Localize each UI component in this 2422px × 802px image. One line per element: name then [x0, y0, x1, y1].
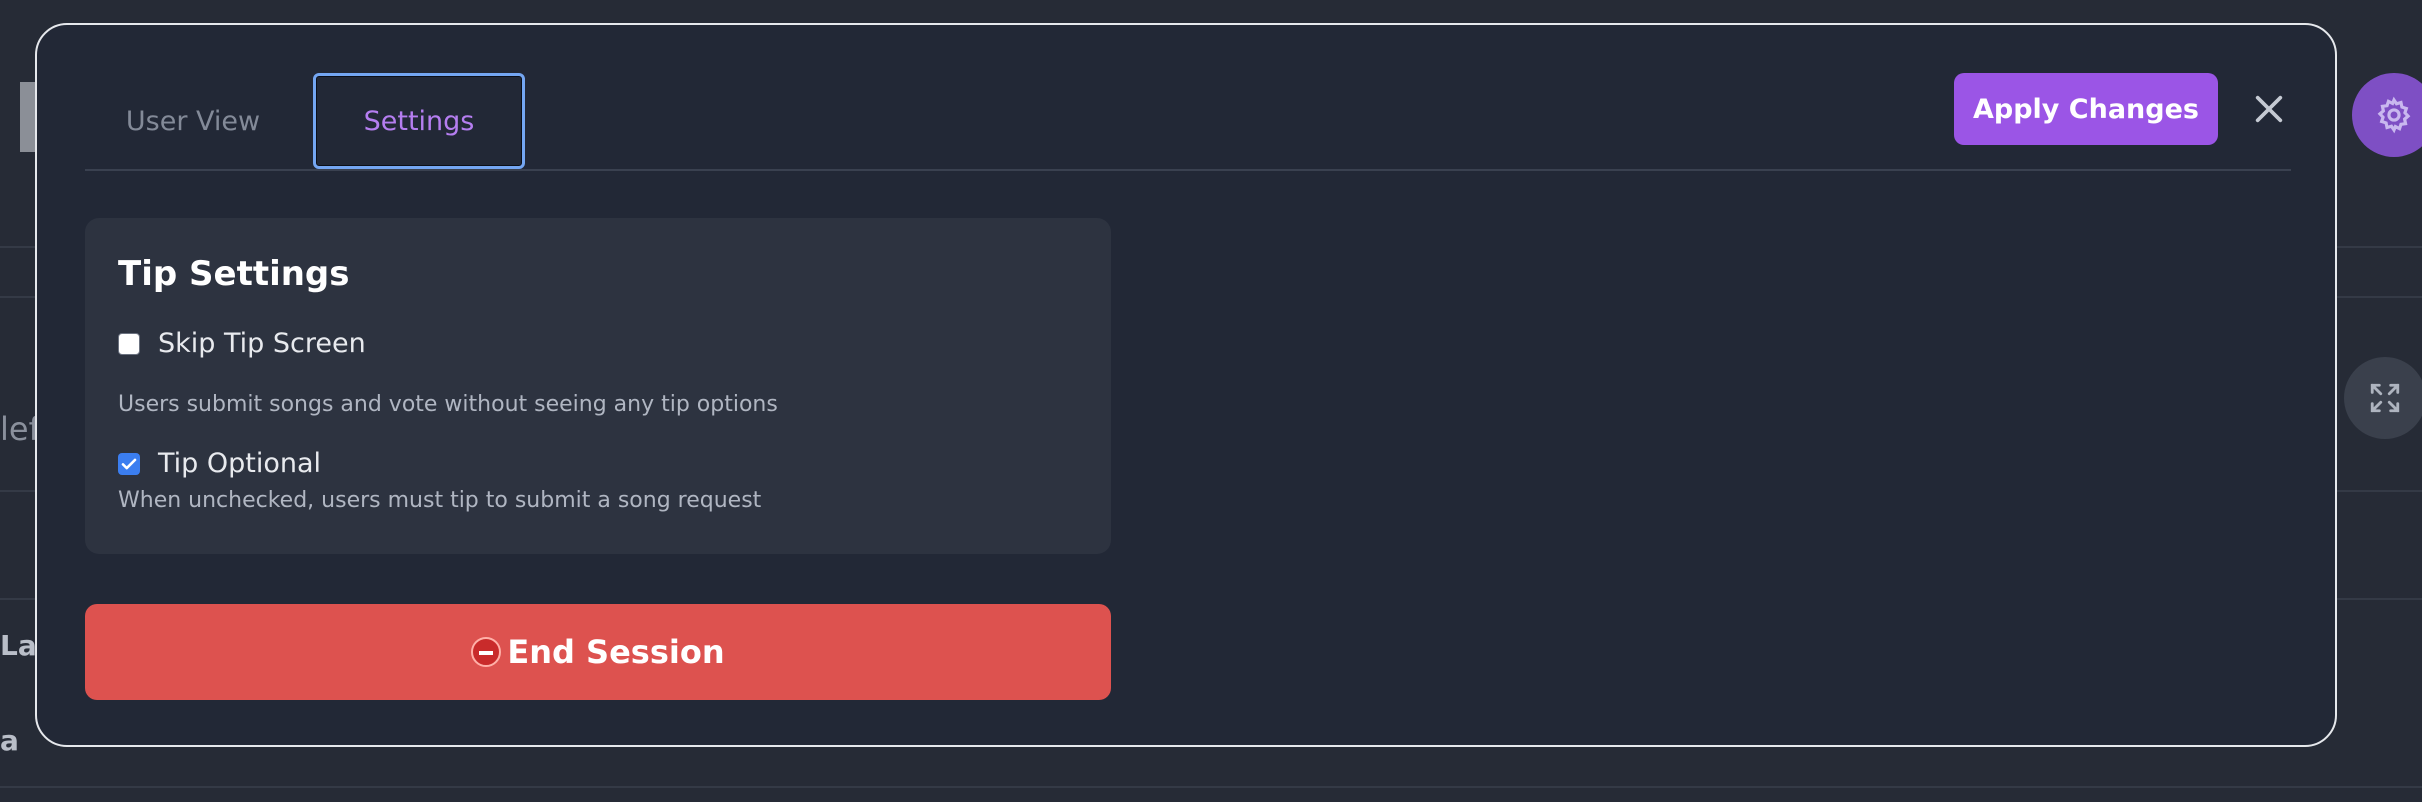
tip-optional-help: When unchecked, users must tip to submit… [118, 488, 762, 513]
tip-optional-label[interactable]: Tip Optional [158, 448, 321, 479]
tip-optional-row[interactable]: Tip Optional [118, 448, 321, 479]
settings-fab-button[interactable] [2352, 73, 2422, 157]
tip-optional-checkbox[interactable] [118, 452, 140, 475]
tab-settings[interactable]: Settings [313, 73, 525, 169]
skip-tip-row[interactable]: Skip Tip Screen [118, 328, 366, 359]
tip-settings-card: Tip Settings Skip Tip Screen Users submi… [85, 218, 1111, 554]
fullscreen-button[interactable] [2344, 357, 2422, 439]
apply-changes-button[interactable]: Apply Changes [1954, 73, 2218, 145]
skip-tip-label[interactable]: Skip Tip Screen [158, 328, 366, 359]
end-session-button[interactable]: End Session [85, 604, 1111, 700]
settings-modal: User View Settings Apply Changes Tip Set… [35, 23, 2337, 747]
background-text: lef [0, 410, 40, 448]
close-button[interactable] [2247, 87, 2291, 131]
tab-user-view[interactable]: User View [121, 73, 265, 169]
skip-tip-help: Users submit songs and vote without seei… [118, 392, 778, 417]
tip-settings-title: Tip Settings [118, 254, 350, 294]
background-divider [0, 786, 2422, 788]
tab-divider [85, 169, 2291, 171]
background-block [20, 82, 36, 152]
close-icon [2255, 95, 2283, 123]
checkmark-icon [121, 458, 137, 469]
end-session-label: End Session [507, 633, 725, 671]
background-text: a [0, 724, 19, 757]
gear-icon [2377, 96, 2411, 134]
expand-icon [2370, 383, 2400, 413]
skip-tip-checkbox[interactable] [118, 332, 140, 355]
stop-sign-icon [471, 637, 502, 667]
